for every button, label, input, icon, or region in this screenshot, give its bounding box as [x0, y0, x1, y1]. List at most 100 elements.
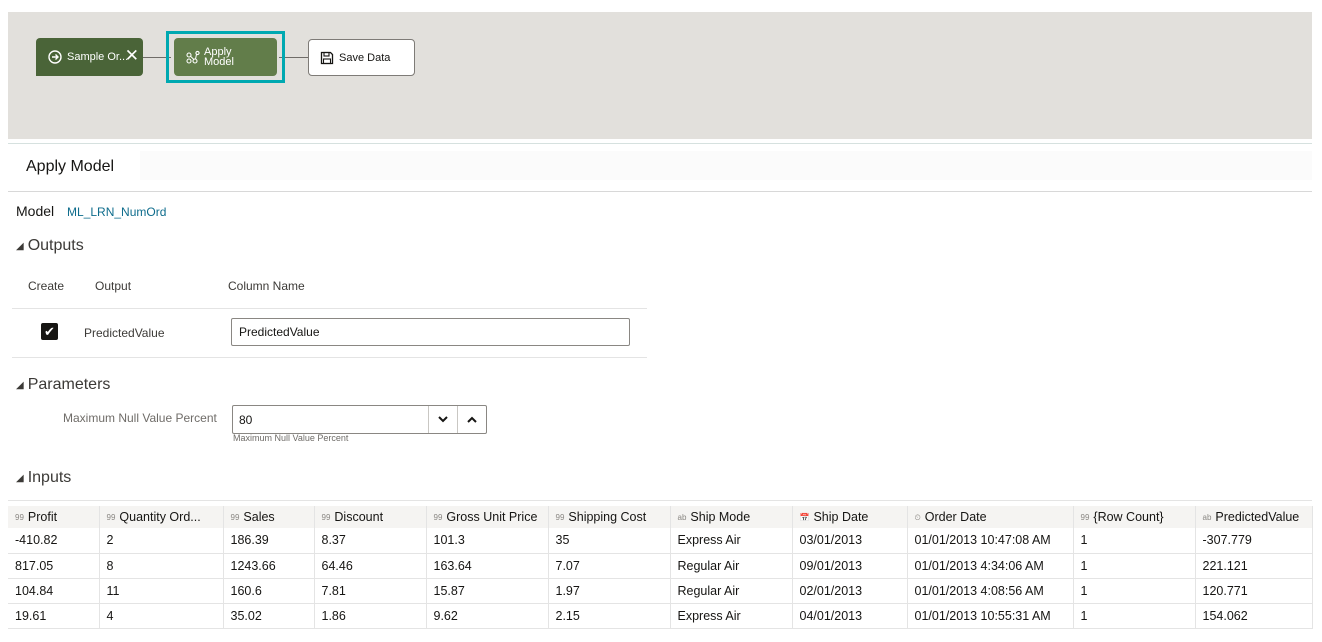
table-cell[interactable]: 104.84	[8, 578, 100, 604]
table-cell[interactable]: 1	[1073, 528, 1196, 554]
selected-node-highlight: Apply Model	[166, 31, 285, 83]
column-header-label: Discount	[334, 510, 384, 524]
table-cell[interactable]: 1	[1073, 603, 1196, 629]
table-cell[interactable]: 02/01/2013	[792, 578, 908, 604]
column-header[interactable]: 99 Gross Unit Price	[426, 506, 549, 528]
column-header-label: Profit	[27, 510, 58, 524]
flow-node-save-data[interactable]: Save Data	[308, 39, 415, 76]
panel-title-bar	[140, 151, 1312, 180]
model-row: Model ML_LRN_NumOrd	[16, 203, 166, 219]
table-cell[interactable]: 1.97	[548, 578, 671, 604]
model-nodes-icon	[186, 50, 200, 64]
table-cell[interactable]: 03/01/2013	[792, 528, 908, 554]
column-header[interactable]: 99 Discount	[314, 506, 427, 528]
table-cell[interactable]: 2	[99, 528, 224, 554]
table-cell[interactable]: -410.82	[8, 528, 100, 554]
column-header[interactable]: 99 {Row Count}	[1073, 506, 1196, 528]
column-header[interactable]: ab PredictedValue	[1195, 506, 1313, 528]
data-type-icon: 99	[230, 513, 240, 522]
table-cell[interactable]: 8	[99, 553, 224, 579]
table-cell[interactable]: 01/01/2013 10:47:08 AM	[907, 528, 1074, 554]
table-cell[interactable]: 9.62	[426, 603, 549, 629]
model-label: Model	[16, 203, 55, 219]
table-cell[interactable]: 120.771	[1195, 578, 1313, 604]
column-header-label: Ship Date	[813, 510, 869, 524]
column-header-create: Create	[28, 279, 65, 293]
node-label: Save Data	[339, 51, 391, 64]
column-header[interactable]: ⏲ Order Date	[907, 506, 1074, 528]
table-cell[interactable]: 1243.66	[223, 553, 315, 579]
column-header-output: Output	[95, 279, 132, 293]
close-icon[interactable]: ✕	[125, 47, 139, 65]
table-cell[interactable]: 186.39	[223, 528, 315, 554]
table-cell[interactable]: 817.05	[8, 553, 100, 579]
column-header[interactable]: 99 Quantity Ord...	[99, 506, 224, 528]
table-cell[interactable]: 11	[99, 578, 224, 604]
table-cell[interactable]: -307.779	[1195, 528, 1313, 554]
table-cell[interactable]: 01/01/2013 4:34:06 AM	[907, 553, 1074, 579]
max-null-help-text: Maximum Null Value Percent	[233, 433, 349, 443]
node-label: Sample Or...	[67, 51, 129, 63]
column-header[interactable]: 99 Profit	[8, 506, 100, 528]
column-header-label: Shipping Cost	[568, 510, 647, 524]
table-cell[interactable]: Express Air	[670, 603, 793, 629]
flow-node-sample-order[interactable]: Sample Or... ✕	[36, 38, 143, 76]
column-header-label: {Row Count}	[1093, 510, 1164, 524]
table-cell[interactable]: 2.15	[548, 603, 671, 629]
data-type-icon: 99	[106, 513, 116, 522]
table-cell[interactable]: 4	[99, 603, 224, 629]
table-cell[interactable]: 163.64	[426, 553, 549, 579]
table-cell[interactable]: 1	[1073, 578, 1196, 604]
column-header-label: Quantity Ord...	[119, 510, 201, 524]
flow-node-apply-model[interactable]: Apply Model	[174, 38, 277, 76]
data-type-icon: ab	[677, 513, 687, 522]
model-link[interactable]: ML_LRN_NumOrd	[67, 205, 166, 219]
table-cell[interactable]: 154.062	[1195, 603, 1313, 629]
table-cell[interactable]: 160.6	[223, 578, 315, 604]
table-cell[interactable]: 35	[548, 528, 671, 554]
data-type-icon: ⏲	[914, 513, 921, 522]
table-cell[interactable]: 04/01/2013	[792, 603, 908, 629]
table-cell[interactable]: 19.61	[8, 603, 100, 629]
table-cell[interactable]: Regular Air	[670, 578, 793, 604]
column-header-label: PredictedValue	[1215, 510, 1300, 524]
table-cell[interactable]: 8.37	[314, 528, 427, 554]
table-cell[interactable]: 1.86	[314, 603, 427, 629]
data-type-icon: 99	[15, 513, 24, 522]
table-cell[interactable]: 15.87	[426, 578, 549, 604]
node-label: Apply Model	[204, 47, 234, 68]
column-header[interactable]: ab Ship Mode	[670, 506, 793, 528]
column-header[interactable]: 📅 Ship Date	[792, 506, 908, 528]
inputs-section-toggle[interactable]: ◢ Inputs	[16, 469, 71, 487]
table-row: 19.61 4 35.02 1.86 9.62 2.15 Express Air 04/01/…	[8, 603, 1313, 629]
table-cell[interactable]: Express Air	[670, 528, 793, 554]
decrement-button[interactable]	[428, 406, 457, 433]
table-cell[interactable]: 7.81	[314, 578, 427, 604]
column-header-column-name: Column Name	[228, 279, 305, 293]
table-cell[interactable]: 101.3	[426, 528, 549, 554]
increment-button[interactable]	[457, 406, 486, 433]
table-cell[interactable]: 221.121	[1195, 553, 1313, 579]
column-name-input[interactable]	[231, 318, 630, 346]
table-row: 817.05 8 1243.66 64.46 163.64 7.07 Regular Air…	[8, 553, 1313, 579]
table-cell[interactable]: 1	[1073, 553, 1196, 579]
collapse-triangle-icon: ◢	[16, 240, 24, 252]
column-header[interactable]: 99 Sales	[223, 506, 315, 528]
table-cell[interactable]: 7.07	[548, 553, 671, 579]
table-cell[interactable]: 01/01/2013 10:55:31 AM	[907, 603, 1074, 629]
column-header-label: Sales	[243, 510, 275, 524]
data-type-icon: 99	[1080, 513, 1090, 522]
divider	[8, 191, 1312, 192]
table-cell[interactable]: Regular Air	[670, 553, 793, 579]
arrow-circle-right-icon	[48, 50, 62, 64]
table-cell[interactable]: 64.46	[314, 553, 427, 579]
table-cell[interactable]: 09/01/2013	[792, 553, 908, 579]
table-cell[interactable]: 35.02	[223, 603, 315, 629]
max-null-label: Maximum Null Value Percent	[63, 411, 217, 425]
outputs-section-toggle[interactable]: ◢ Outputs	[16, 237, 84, 255]
parameters-section-toggle[interactable]: ◢ Parameters	[16, 376, 110, 394]
table-cell[interactable]: 01/01/2013 4:08:56 AM	[907, 578, 1074, 604]
max-null-input[interactable]	[233, 406, 428, 433]
column-header[interactable]: 99 Shipping Cost	[548, 506, 671, 528]
create-checkbox[interactable]: ✔	[41, 323, 58, 340]
